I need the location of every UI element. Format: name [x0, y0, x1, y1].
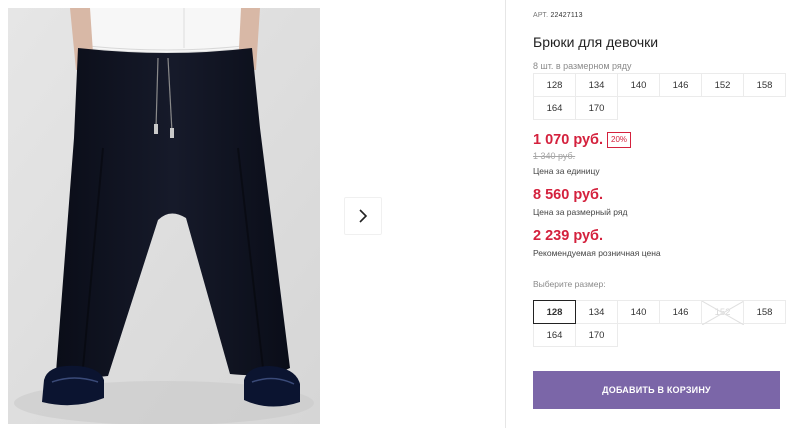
size-option-label: 146	[672, 306, 689, 318]
series-size-cell: 128	[533, 73, 576, 97]
series-size-cell: 164	[533, 96, 576, 120]
series-size-cell: 134	[575, 73, 618, 97]
old-price: 1 340 руб.	[533, 151, 576, 161]
series-price-caption: Цена за размерный ряд	[533, 207, 628, 217]
size-option-158[interactable]: 158	[743, 300, 786, 324]
size-option-164[interactable]: 164	[533, 323, 576, 347]
series-size-cell: 140	[617, 73, 660, 97]
panel-divider	[505, 0, 506, 428]
unit-price-caption: Цена за единицу	[533, 166, 600, 176]
add-to-cart-button[interactable]: ДОБАВИТЬ В КОРЗИНУ	[533, 371, 780, 409]
size-option-label: 170	[588, 329, 605, 341]
product-title: Брюки для девочки	[533, 34, 659, 50]
size-option-134[interactable]: 134	[575, 300, 618, 324]
chevron-right-icon	[359, 209, 368, 223]
size-option-128[interactable]: 128	[533, 300, 576, 324]
article-number: АРТ. 22427113	[533, 12, 583, 19]
unavailable-cross-icon	[702, 301, 744, 325]
product-gallery	[0, 0, 505, 428]
unit-price-row: 1 070 руб. 20%	[533, 132, 632, 148]
size-option-label: 164	[546, 329, 563, 341]
series-size-cell: 152	[701, 73, 744, 97]
series-size-cell: 158	[743, 73, 786, 97]
article-value: 22427113	[550, 12, 583, 19]
size-option-label: 140	[630, 306, 647, 318]
retail-price-caption: Рекомендуемая розничная цена	[533, 248, 661, 258]
size-option-152: 152	[701, 300, 744, 325]
discount-badge: 20%	[607, 132, 632, 148]
size-option-label: 134	[588, 306, 605, 318]
unit-price: 1 070 руб.	[533, 132, 604, 148]
next-image-button[interactable]	[344, 197, 382, 235]
size-select-label: Выберите размер:	[533, 279, 606, 289]
series-note: 8 шт. в размерном ряду	[533, 61, 632, 71]
size-option-140[interactable]: 140	[617, 300, 660, 324]
article-label: АРТ.	[533, 12, 549, 19]
series-size-cell: 146	[659, 73, 702, 97]
series-size-cell: 170	[575, 96, 618, 120]
size-select-grid: 128 134 140 146 152 158 164 170	[533, 300, 786, 347]
series-size-grid: 128 134 140 146 152 158 164 170	[533, 73, 786, 120]
retail-price: 2 239 руб.	[533, 228, 604, 244]
product-photo[interactable]	[8, 8, 320, 424]
size-option-label: 128	[546, 306, 563, 318]
series-price: 8 560 руб.	[533, 187, 604, 203]
size-option-label: 158	[756, 306, 773, 318]
size-option-170[interactable]: 170	[575, 323, 618, 347]
size-option-146[interactable]: 146	[659, 300, 702, 324]
